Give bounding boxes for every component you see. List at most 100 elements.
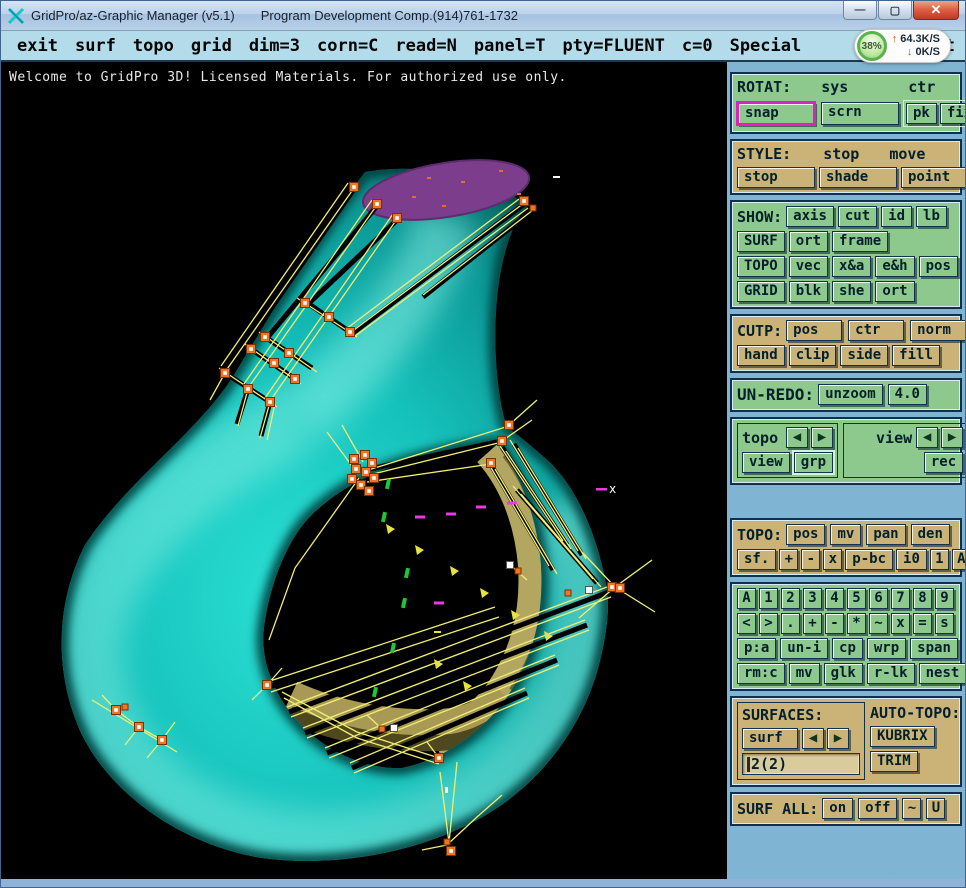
menu-topo[interactable]: topo: [133, 36, 174, 56]
menu-panel[interactable]: panel=T: [474, 36, 546, 56]
button-fix[interactable]: fix: [940, 103, 965, 124]
button-id[interactable]: id: [881, 206, 912, 227]
button--[interactable]: >: [759, 613, 778, 634]
button--[interactable]: +: [803, 613, 822, 634]
button-wrp[interactable]: wrp: [867, 638, 906, 659]
button-grid[interactable]: GRID: [737, 281, 785, 302]
button-p-bc[interactable]: p-bc: [845, 549, 893, 570]
button--[interactable]: <: [737, 613, 756, 634]
menu-special[interactable]: Special: [730, 36, 802, 56]
button-ctr[interactable]: ctr: [848, 320, 904, 341]
button-blk[interactable]: blk: [789, 281, 828, 302]
button-pk[interactable]: pk: [906, 103, 937, 124]
topology-node[interactable]: [515, 568, 521, 574]
button-axis[interactable]: axis: [786, 206, 834, 227]
button-norm[interactable]: norm: [910, 320, 965, 341]
topology-node[interactable]: [379, 726, 385, 732]
button-frame[interactable]: frame: [832, 231, 888, 252]
button-rec[interactable]: rec: [924, 452, 963, 473]
button--[interactable]: -: [801, 549, 820, 570]
button--[interactable]: ▶: [811, 427, 833, 448]
button-mv[interactable]: mv: [789, 663, 820, 684]
button-side[interactable]: side: [840, 345, 888, 366]
button-off[interactable]: off: [858, 798, 897, 819]
menu-exit[interactable]: exit: [17, 36, 58, 56]
menu-pty[interactable]: pty=FLUENT: [563, 36, 665, 56]
button-2[interactable]: 2: [781, 588, 800, 609]
menu-corn[interactable]: corn=C: [317, 36, 378, 56]
button-4-0[interactable]: 4.0: [888, 384, 927, 405]
button-e-h[interactable]: e&h: [875, 256, 914, 277]
menu-c[interactable]: c=0: [682, 36, 713, 56]
menu-read[interactable]: read=N: [395, 36, 456, 56]
button--[interactable]: ~: [869, 613, 888, 634]
button-r-lk[interactable]: r-lk: [867, 663, 915, 684]
button--[interactable]: ▶: [941, 427, 963, 448]
topology-node[interactable]: [586, 587, 593, 594]
button-8[interactable]: 8: [913, 588, 932, 609]
button--[interactable]: =: [913, 613, 932, 634]
button-lb[interactable]: lb: [916, 206, 947, 227]
button-rm-c[interactable]: rm:c: [737, 663, 785, 684]
topology-node[interactable]: [530, 205, 536, 211]
surface-id-field[interactable]: 2(2): [742, 753, 860, 775]
button-surf[interactable]: SURF: [737, 231, 785, 252]
topology-node[interactable]: [391, 725, 398, 732]
button-sf-[interactable]: sf.: [737, 549, 776, 570]
button-view[interactable]: view: [742, 452, 790, 473]
button-pos[interactable]: pos: [786, 524, 825, 545]
button-3[interactable]: 3: [803, 588, 822, 609]
button--[interactable]: ~: [902, 798, 921, 819]
button--[interactable]: ◀: [802, 728, 824, 749]
button-9[interactable]: 9: [935, 588, 954, 609]
button-kubrix[interactable]: KUBRIX: [870, 726, 935, 747]
menu-dim[interactable]: dim=3: [249, 36, 300, 56]
button-5[interactable]: 5: [847, 588, 866, 609]
button--[interactable]: ◀: [916, 427, 938, 448]
button-4[interactable]: 4: [825, 588, 844, 609]
button-a[interactable]: A: [952, 549, 965, 570]
button-cp[interactable]: cp: [832, 638, 863, 659]
button-i0[interactable]: i0: [896, 549, 927, 570]
button-snap[interactable]: snap: [737, 102, 815, 125]
maximize-button[interactable]: ▢: [878, 1, 912, 20]
button--[interactable]: *: [847, 613, 866, 634]
button-clip[interactable]: clip: [789, 345, 837, 366]
button-point[interactable]: point: [901, 167, 965, 188]
button-x[interactable]: x: [891, 613, 910, 634]
button-ort[interactable]: ort: [875, 281, 914, 302]
minimize-button[interactable]: —: [843, 1, 877, 20]
button-scrn[interactable]: scrn: [821, 102, 899, 125]
button-1[interactable]: 1: [930, 549, 949, 570]
button-nest[interactable]: nest: [919, 663, 965, 684]
button-vec[interactable]: vec: [789, 256, 828, 277]
topology-node[interactable]: [507, 562, 514, 569]
button-a[interactable]: A: [737, 588, 756, 609]
button-x[interactable]: x: [823, 549, 842, 570]
button-mv[interactable]: mv: [830, 524, 861, 545]
button-span[interactable]: span: [910, 638, 958, 659]
button-trim[interactable]: TRIM: [870, 751, 918, 772]
button-x-a[interactable]: x&a: [832, 256, 871, 277]
button-ort[interactable]: ort: [789, 231, 828, 252]
button--[interactable]: -: [825, 613, 844, 634]
button-u[interactable]: U: [926, 798, 945, 819]
button-hand[interactable]: hand: [737, 345, 785, 366]
button-den[interactable]: den: [911, 524, 950, 545]
button-grp[interactable]: grp: [794, 452, 833, 473]
topology-node[interactable]: [565, 590, 571, 596]
menu-surf[interactable]: surf: [75, 36, 116, 56]
button-6[interactable]: 6: [869, 588, 888, 609]
button-1[interactable]: 1: [759, 588, 778, 609]
button-s[interactable]: s: [935, 613, 954, 634]
button-pos[interactable]: pos: [919, 256, 958, 277]
button-pos[interactable]: pos: [786, 320, 842, 341]
button-stop[interactable]: stop: [737, 167, 815, 188]
button-on[interactable]: on: [822, 798, 853, 819]
close-button[interactable]: ✕: [913, 1, 959, 20]
button-shade[interactable]: shade: [819, 167, 897, 188]
button-she[interactable]: she: [832, 281, 871, 302]
topology-node[interactable]: [122, 704, 128, 710]
button--[interactable]: .: [781, 613, 800, 634]
button--[interactable]: +: [779, 549, 798, 570]
